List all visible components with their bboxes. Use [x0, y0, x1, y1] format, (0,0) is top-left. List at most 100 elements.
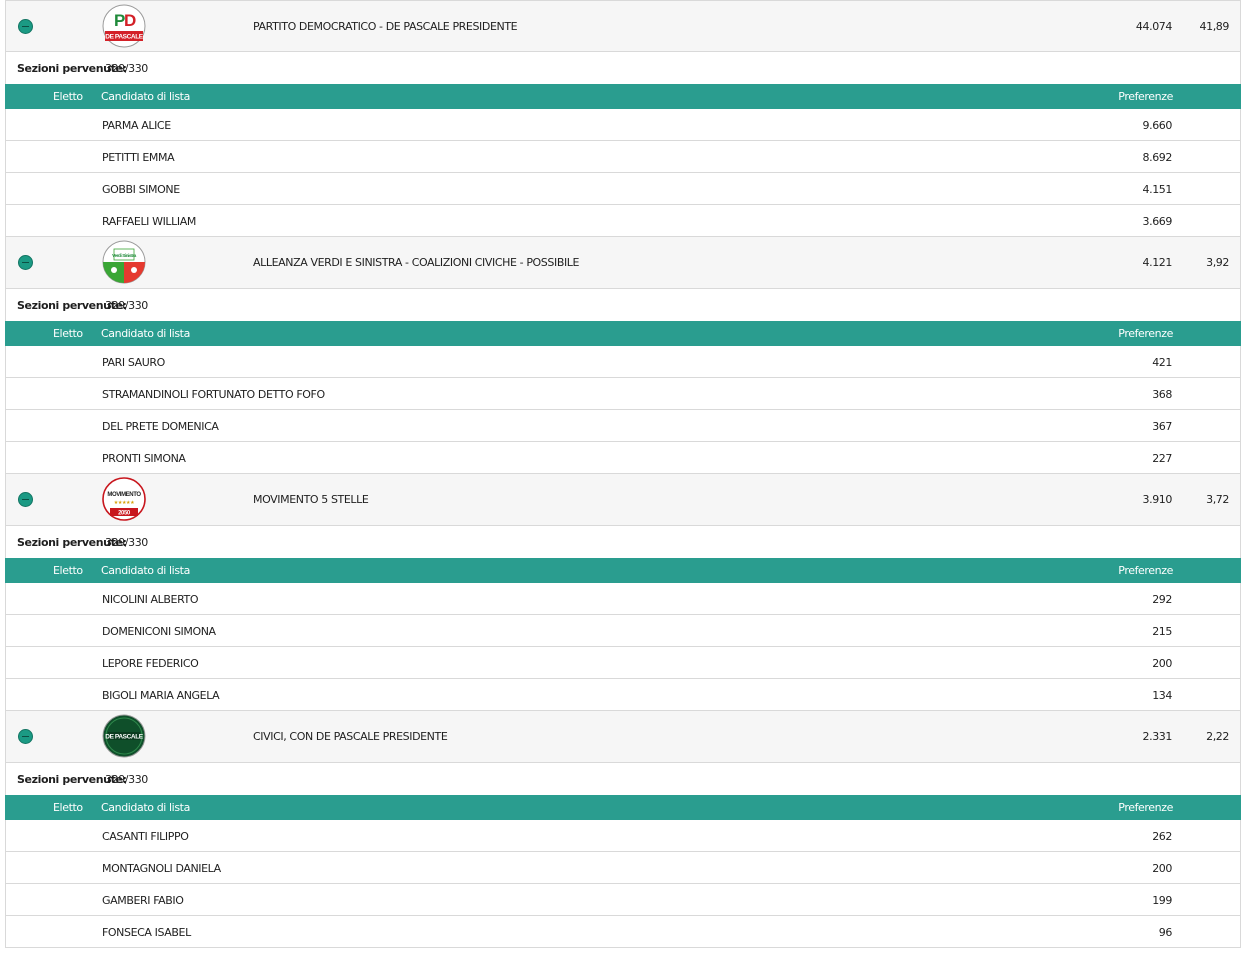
column-header-candidate: Candidato di lista [101, 327, 190, 340]
table-row: PRONTI SIMONA 227 [5, 442, 1241, 474]
candidate-name: LEPORE FEDERICO [102, 657, 199, 670]
party-votes: 4.121 [1142, 256, 1173, 269]
table-row: DEL PRETE DOMENICA 367 [5, 410, 1241, 442]
candidate-name: NICOLINI ALBERTO [102, 593, 199, 606]
svg-text:MOVIMENTO: MOVIMENTO [107, 492, 141, 498]
column-header-elected: Eletto [53, 327, 83, 340]
sections-value: 329/330 [105, 62, 148, 75]
column-header-elected: Eletto [53, 564, 83, 577]
svg-text:2050: 2050 [118, 511, 131, 517]
pd-depascale-logo: P D DE PASCALE [102, 4, 146, 48]
sections-received: Sezioni pervenute: 329/330 [5, 289, 1241, 321]
table-row: FONSECA ISABEL 96 [5, 916, 1241, 948]
column-header-preferences: Preferenze [1118, 90, 1173, 103]
sections-received: Sezioni pervenute: 329/330 [5, 526, 1241, 558]
party-name: ALLEANZA VERDI E SINISTRA - COALIZIONI C… [253, 256, 580, 269]
svg-text:DE PASCALE: DE PASCALE [105, 34, 143, 41]
party-votes: 44.074 [1135, 20, 1172, 33]
candidate-preferences: 215 [1152, 625, 1172, 638]
column-header-elected: Eletto [53, 90, 83, 103]
table-row: DOMENICONI SIMONA 215 [5, 615, 1241, 647]
candidate-name: FONSECA ISABEL [102, 926, 191, 939]
party-row[interactable]: Verdi Sinistra ALLEANZA VERDI E SINISTRA… [5, 237, 1241, 289]
candidate-preferences: 367 [1152, 420, 1172, 433]
candidate-preferences: 199 [1152, 894, 1172, 907]
candidate-preferences: 292 [1152, 593, 1172, 606]
candidate-name: MONTAGNOLI DANIELA [102, 862, 221, 875]
candidate-preferences: 227 [1152, 452, 1172, 465]
candidate-name: STRAMANDINOLI FORTUNATO DETTO FOFO [102, 388, 325, 401]
svg-text:D: D [124, 11, 136, 30]
candidate-name: GAMBERI FABIO [102, 894, 184, 907]
party-name: CIVICI, CON DE PASCALE PRESIDENTE [253, 730, 448, 743]
candidate-preferences: 200 [1152, 862, 1172, 875]
m5s-logo: MOVIMENTO ★★★★★ 2050 [102, 477, 146, 521]
sections-value: 329/330 [105, 299, 148, 312]
avs-logo: Verdi Sinistra [102, 240, 146, 284]
column-header-elected: Eletto [53, 801, 83, 814]
column-header-candidate: Candidato di lista [101, 801, 190, 814]
candidates-table-header: Eletto Candidato di lista Preferenze [5, 558, 1241, 583]
candidate-preferences: 200 [1152, 657, 1172, 670]
column-header-preferences: Preferenze [1118, 801, 1173, 814]
table-row: NICOLINI ALBERTO 292 [5, 583, 1241, 615]
candidate-preferences: 262 [1152, 830, 1172, 843]
candidate-name: CASANTI FILIPPO [102, 830, 189, 843]
party-row[interactable]: DE PASCALE CIVICI, CON DE PASCALE PRESID… [5, 711, 1241, 763]
table-row: GAMBERI FABIO 199 [5, 884, 1241, 916]
party-row[interactable]: MOVIMENTO ★★★★★ 2050 MOVIMENTO 5 STELLE … [5, 474, 1241, 526]
svg-text:DE PASCALE: DE PASCALE [105, 734, 143, 741]
candidate-preferences: 3.669 [1142, 215, 1173, 228]
table-row: CASANTI FILIPPO 262 [5, 820, 1241, 852]
sections-received: Sezioni pervenute: 329/330 [5, 52, 1241, 84]
table-row: RAFFAELI WILLIAM 3.669 [5, 205, 1241, 237]
party-percentage: 41,89 [1199, 20, 1230, 33]
party-name: MOVIMENTO 5 STELLE [253, 493, 369, 506]
candidate-name: PARMA ALICE [102, 119, 171, 132]
party-votes: 3.910 [1142, 493, 1173, 506]
party-name: PARTITO DEMOCRATICO - DE PASCALE PRESIDE… [253, 20, 518, 33]
table-row: GOBBI SIMONE 4.151 [5, 173, 1241, 205]
candidate-name: PETITTI EMMA [102, 151, 175, 164]
candidate-preferences: 4.151 [1142, 183, 1173, 196]
table-row: STRAMANDINOLI FORTUNATO DETTO FOFO 368 [5, 378, 1241, 410]
sections-value: 329/330 [105, 536, 148, 549]
candidates-table-header: Eletto Candidato di lista Preferenze [5, 795, 1241, 820]
candidate-name: PARI SAURO [102, 356, 165, 369]
candidate-name: GOBBI SIMONE [102, 183, 180, 196]
collapse-icon[interactable] [18, 19, 33, 34]
candidate-preferences: 368 [1152, 388, 1172, 401]
party-percentage: 3,92 [1206, 256, 1229, 269]
table-row: PARMA ALICE 9.660 [5, 109, 1241, 141]
table-row: BIGOLI MARIA ANGELA 134 [5, 679, 1241, 711]
table-row: MONTAGNOLI DANIELA 200 [5, 852, 1241, 884]
results-list: P D DE PASCALE PARTITO DEMOCRATICO - DE … [5, 0, 1241, 948]
party-votes: 2.331 [1142, 730, 1173, 743]
candidate-preferences: 96 [1158, 926, 1173, 939]
candidates-table-header: Eletto Candidato di lista Preferenze [5, 321, 1241, 346]
column-header-candidate: Candidato di lista [101, 564, 190, 577]
candidate-name: PRONTI SIMONA [102, 452, 186, 465]
sections-received: Sezioni pervenute: 329/330 [5, 763, 1241, 795]
table-row: PETITTI EMMA 8.692 [5, 141, 1241, 173]
party-percentage: 2,22 [1206, 730, 1229, 743]
party-row[interactable]: P D DE PASCALE PARTITO DEMOCRATICO - DE … [5, 0, 1241, 52]
table-row: PARI SAURO 421 [5, 346, 1241, 378]
candidates-table-header: Eletto Candidato di lista Preferenze [5, 84, 1241, 109]
candidate-name: DOMENICONI SIMONA [102, 625, 216, 638]
civici-logo: DE PASCALE [102, 714, 146, 758]
table-row: LEPORE FEDERICO 200 [5, 647, 1241, 679]
collapse-icon[interactable] [18, 729, 33, 744]
candidate-preferences: 8.692 [1142, 151, 1173, 164]
candidate-preferences: 421 [1152, 356, 1172, 369]
candidate-name: RAFFAELI WILLIAM [102, 215, 196, 228]
svg-text:★★★★★: ★★★★★ [114, 500, 135, 506]
candidate-name: DEL PRETE DOMENICA [102, 420, 219, 433]
candidate-preferences: 9.660 [1142, 119, 1173, 132]
collapse-icon[interactable] [18, 255, 33, 270]
collapse-icon[interactable] [18, 492, 33, 507]
candidate-name: BIGOLI MARIA ANGELA [102, 689, 220, 702]
party-percentage: 3,72 [1206, 493, 1229, 506]
svg-text:Verdi Sinistra: Verdi Sinistra [112, 253, 137, 258]
candidate-preferences: 134 [1152, 689, 1172, 702]
